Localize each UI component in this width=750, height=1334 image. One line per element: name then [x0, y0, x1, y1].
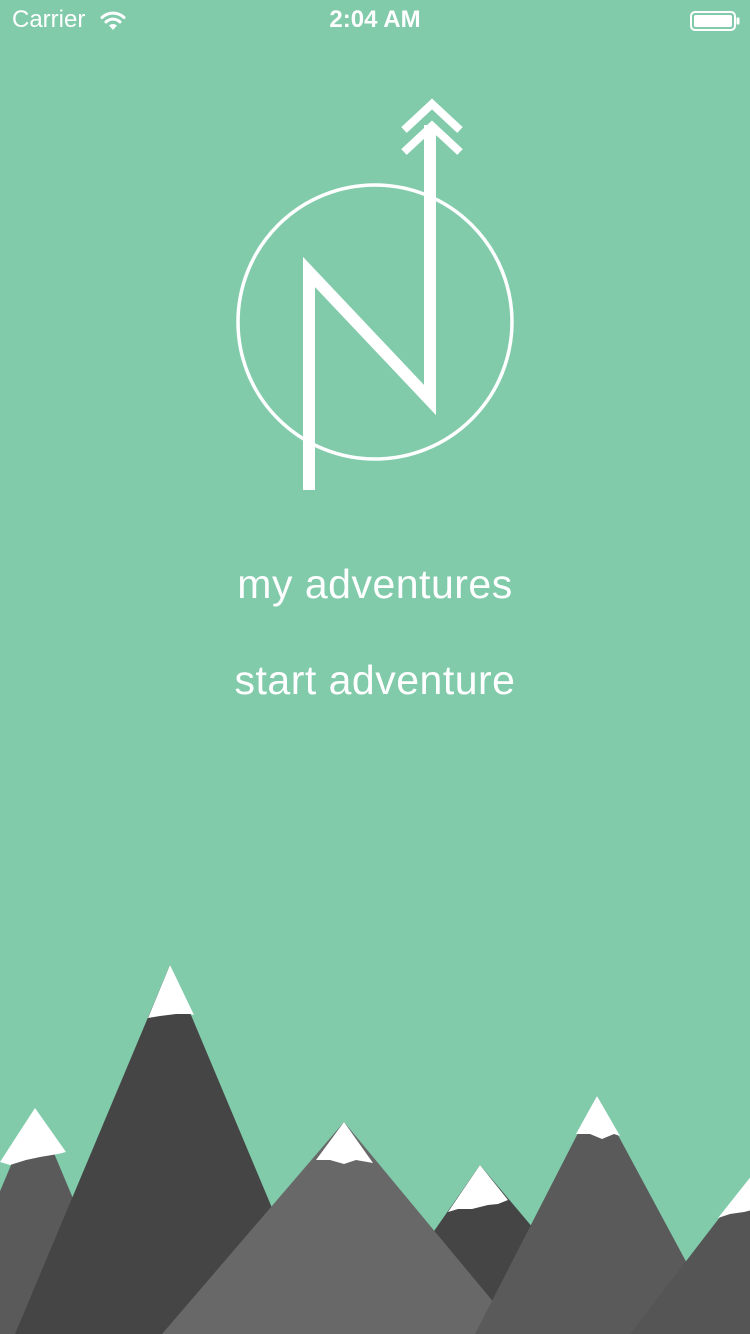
compass-north-logo: [236, 98, 514, 490]
start-adventure-button[interactable]: start adventure: [0, 655, 750, 705]
status-bar: Carrier 2:04 AM: [0, 0, 750, 40]
mountains-illustration: [0, 965, 750, 1334]
battery-icon: [690, 11, 740, 31]
status-time: 2:04 AM: [329, 6, 421, 33]
my-adventures-button[interactable]: my adventures: [0, 559, 750, 609]
